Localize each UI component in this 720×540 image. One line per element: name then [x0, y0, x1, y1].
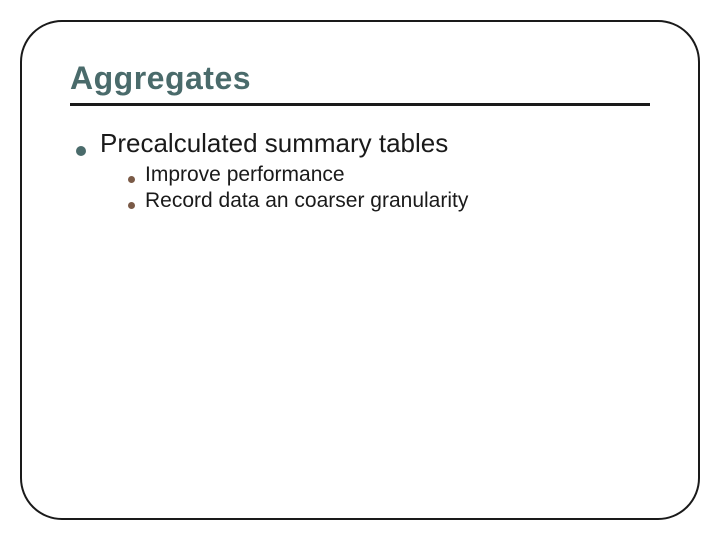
- level2-text: Record data an coarser granularity: [145, 189, 468, 213]
- circle-bullet-icon: [128, 202, 135, 209]
- circle-bullet-icon: [76, 146, 86, 156]
- circle-bullet-icon: [128, 176, 135, 183]
- level2-text: Improve performance: [145, 163, 345, 187]
- bullet-level2: Improve performance: [128, 163, 650, 187]
- slide-title: Aggregates: [70, 60, 650, 106]
- bullet-level2: Record data an coarser granularity: [128, 189, 650, 213]
- bullet-level1: Precalculated summary tables: [76, 128, 650, 159]
- slide-frame: Aggregates Precalculated summary tables …: [20, 20, 700, 520]
- level2-group: Improve performance Record data an coars…: [128, 163, 650, 213]
- level1-text: Precalculated summary tables: [100, 128, 448, 159]
